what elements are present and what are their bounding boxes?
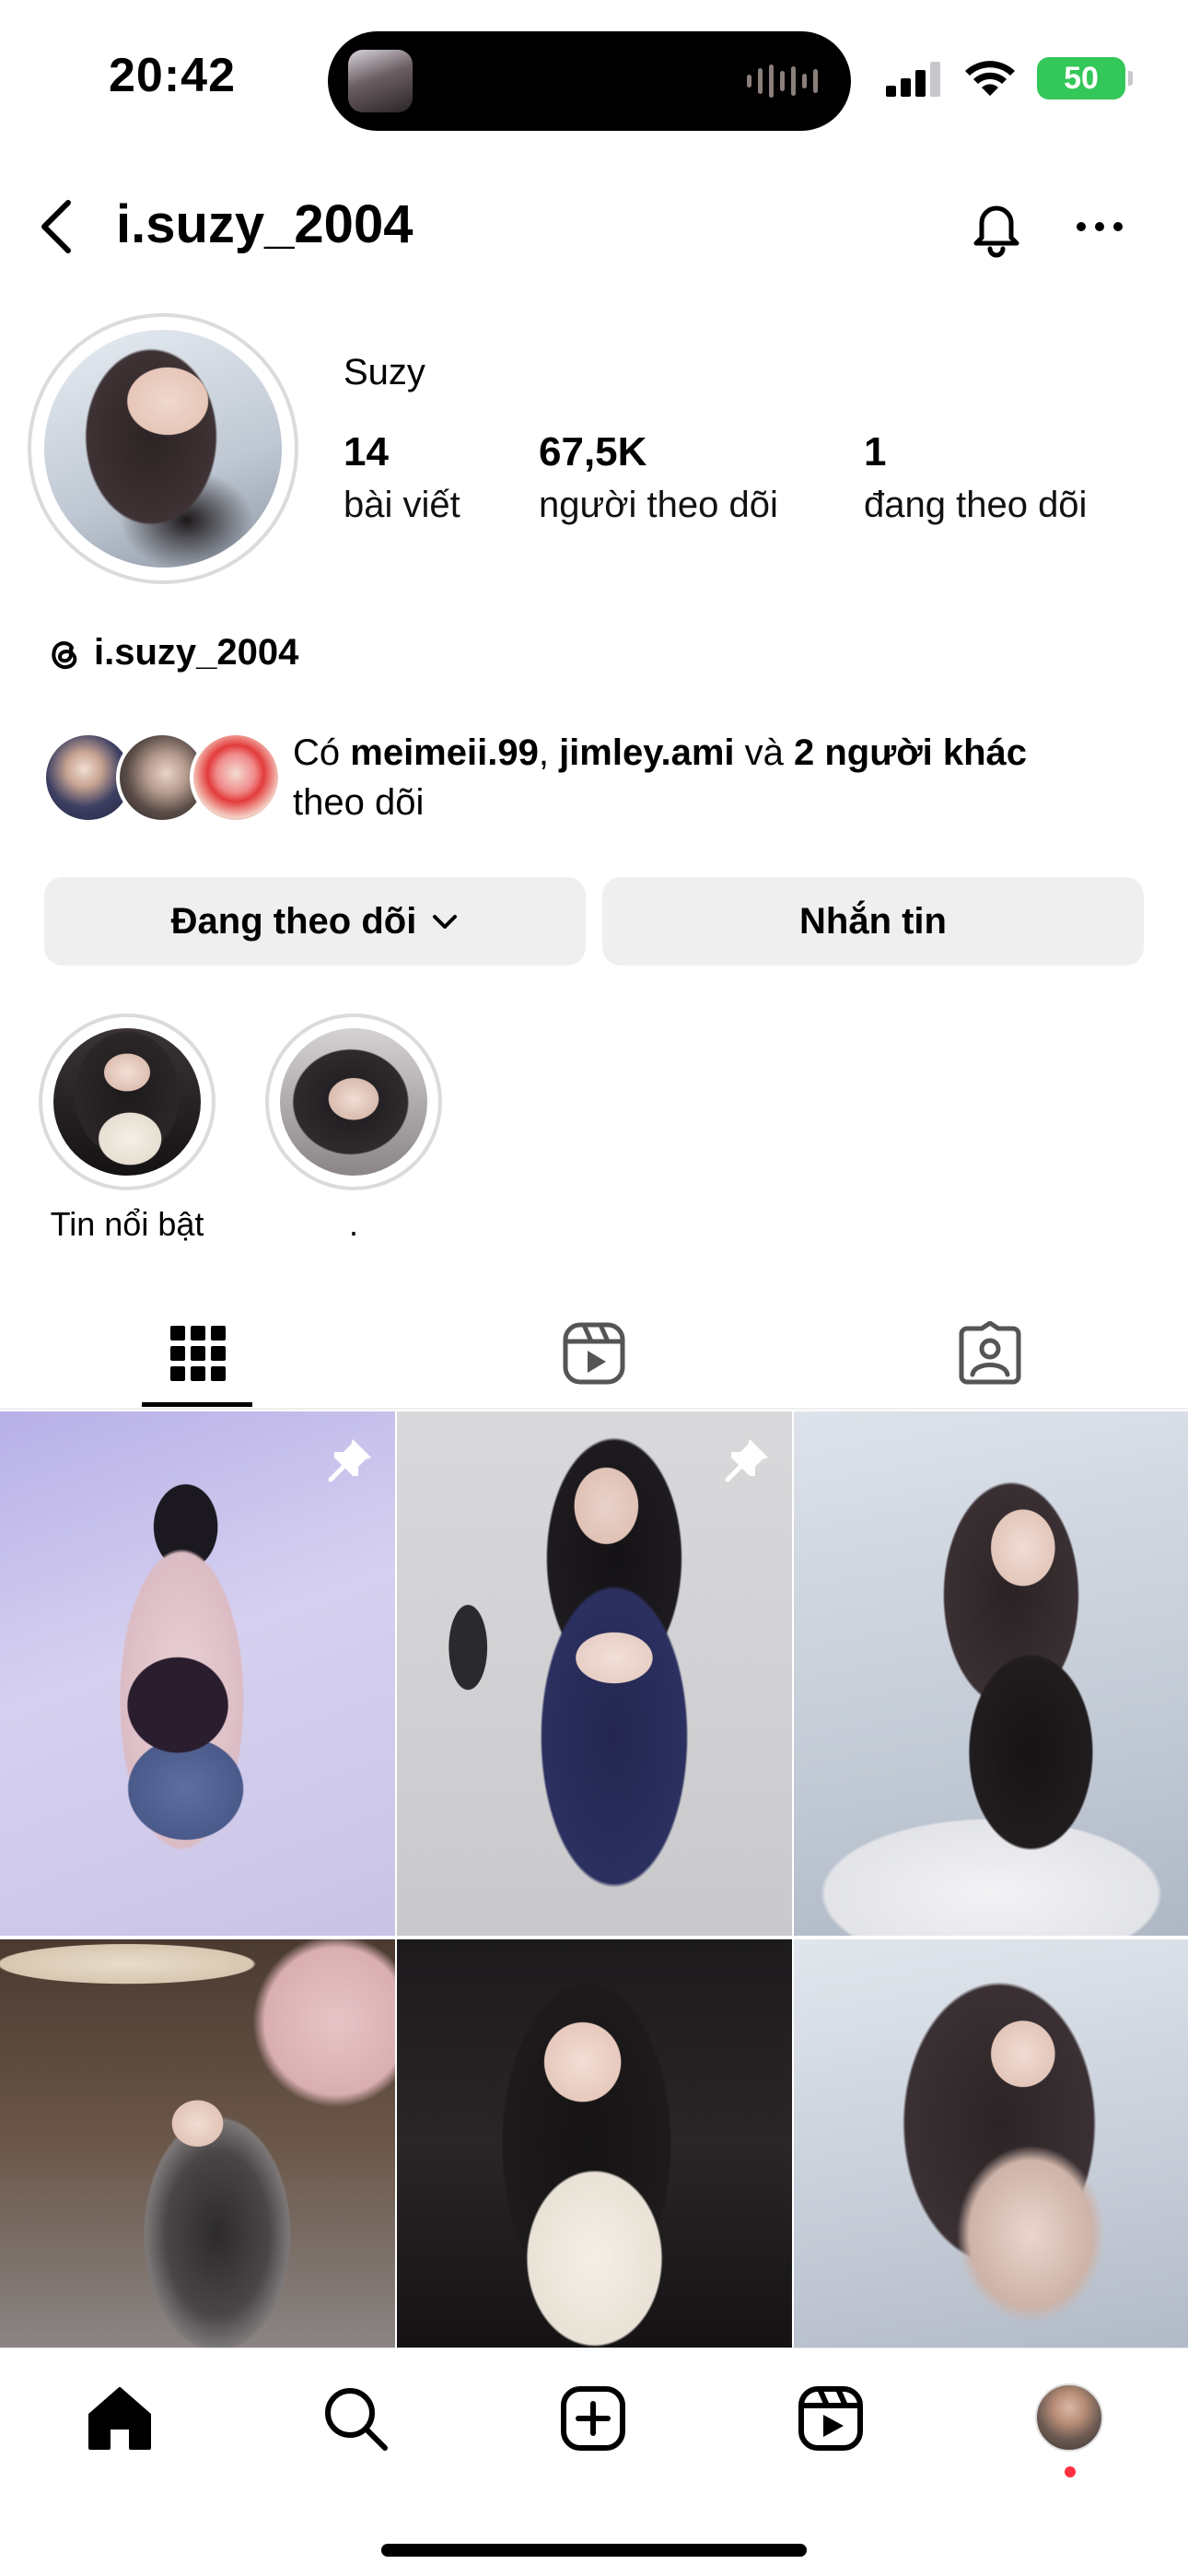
- notification-bell-icon[interactable]: [963, 193, 1030, 260]
- stat-following[interactable]: 1 đang theo dõi: [864, 429, 1087, 526]
- message-button-label: Nhắn tin: [799, 900, 947, 942]
- post-thumbnail[interactable]: [397, 1939, 792, 2348]
- highlight-item[interactable]: Tin nổi bật: [39, 1013, 215, 1244]
- posts-grid: [0, 1411, 1188, 2348]
- active-tab-indicator: [142, 1402, 252, 1407]
- profile-header: i.suzy_2004: [0, 181, 1188, 273]
- highlight-ring: [265, 1013, 442, 1190]
- threads-handle: i.suzy_2004: [94, 632, 299, 673]
- highlight-image: [53, 1028, 201, 1176]
- post-thumbnail[interactable]: [794, 1411, 1188, 1936]
- highlight-label: .: [348, 1205, 358, 1243]
- dynamic-island[interactable]: [328, 31, 851, 131]
- bottom-navigation: [0, 2348, 1188, 2576]
- follower-link[interactable]: jimley.ami: [559, 732, 734, 773]
- pin-icon: [725, 1439, 768, 1482]
- follower-link[interactable]: meimeii.99: [350, 732, 539, 773]
- highlight-item[interactable]: .: [265, 1013, 442, 1244]
- cellular-signal-icon: [886, 62, 940, 97]
- reels-icon: [563, 1322, 625, 1385]
- profile-avatar[interactable]: [28, 313, 298, 584]
- grid-icon: [170, 1326, 226, 1381]
- post-thumbnail[interactable]: [0, 1411, 395, 1936]
- tab-tagged[interactable]: [792, 1299, 1188, 1408]
- battery-indicator: 50: [1037, 57, 1133, 100]
- create-post-icon[interactable]: [556, 2382, 630, 2455]
- stat-followers-count: 67,5K: [539, 429, 647, 474]
- chevron-down-icon: [433, 915, 458, 929]
- home-indicator: [381, 2544, 807, 2557]
- followed-by-row[interactable]: Có meimeii.99, jimley.ami và 2 người khá…: [42, 728, 1157, 829]
- stat-following-count: 1: [864, 429, 887, 474]
- highlight-ring: [39, 1013, 215, 1190]
- tab-posts-grid[interactable]: [0, 1299, 396, 1408]
- tab-reels[interactable]: [396, 1299, 792, 1408]
- home-icon[interactable]: [83, 2382, 157, 2455]
- audio-waveform-icon: [747, 64, 818, 98]
- now-playing-thumbnail: [348, 50, 413, 112]
- search-icon[interactable]: [319, 2382, 392, 2455]
- highlight-label: Tin nổi bật: [50, 1205, 204, 1243]
- tagged-icon: [959, 1321, 1021, 1385]
- stat-posts-count: 14: [344, 429, 389, 474]
- threads-icon: [52, 640, 77, 669]
- stat-followers-label: người theo dõi: [539, 485, 778, 525]
- back-arrow-icon[interactable]: [31, 195, 87, 258]
- follower-avatar: [190, 732, 282, 824]
- followed-by-text: Có meimeii.99, jimley.ami và 2 người khá…: [293, 732, 1028, 823]
- wifi-icon: [965, 61, 1015, 96]
- threads-link[interactable]: i.suzy_2004: [44, 632, 298, 673]
- stat-following-label: đang theo dõi: [864, 485, 1088, 525]
- status-bar: 20:42 50: [0, 0, 1188, 157]
- stat-followers[interactable]: 67,5K người theo dõi: [539, 429, 778, 526]
- following-button[interactable]: Đang theo dõi: [44, 877, 586, 966]
- display-name: Suzy: [344, 352, 425, 392]
- pin-icon: [328, 1439, 371, 1482]
- profile-tabs: [0, 1299, 1188, 1410]
- post-thumbnail[interactable]: [0, 1939, 395, 2348]
- more-options-icon[interactable]: [1066, 193, 1133, 260]
- notification-dot: [1065, 2466, 1076, 2477]
- profile-username: i.suzy_2004: [116, 194, 413, 254]
- post-thumbnail[interactable]: [794, 1939, 1188, 2348]
- post-thumbnail[interactable]: [397, 1411, 792, 1936]
- highlight-image: [280, 1028, 427, 1176]
- stat-posts[interactable]: 14 bài viết: [344, 429, 460, 526]
- battery-level: 50: [1064, 60, 1099, 96]
- profile-nav-avatar[interactable]: [1035, 2383, 1103, 2452]
- message-button[interactable]: Nhắn tin: [602, 877, 1144, 966]
- following-button-label: Đang theo dõi: [170, 900, 417, 942]
- stat-posts-label: bài viết: [344, 485, 460, 525]
- others-link[interactable]: 2 người khác: [794, 732, 1027, 773]
- reels-nav-icon[interactable]: [794, 2382, 868, 2455]
- status-time: 20:42: [109, 49, 236, 102]
- profile-avatar-image: [44, 330, 282, 568]
